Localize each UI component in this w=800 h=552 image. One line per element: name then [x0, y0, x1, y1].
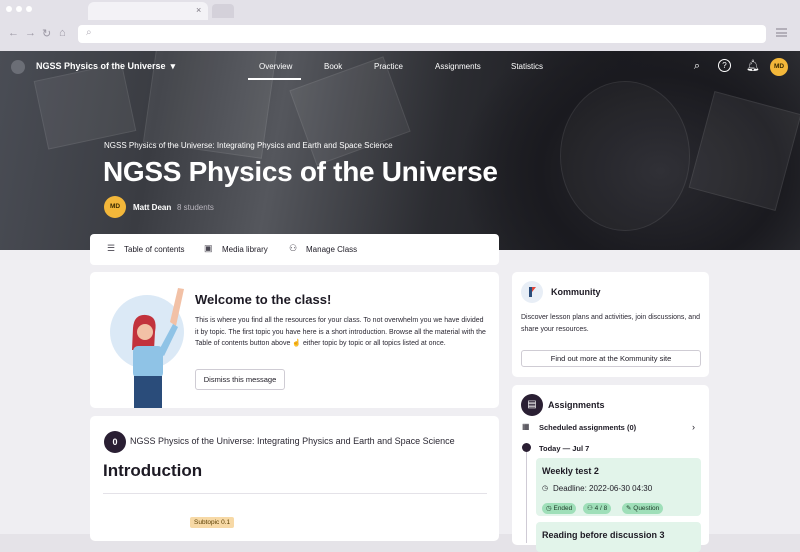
media-icon: ▣: [204, 243, 213, 253]
window-close-dot[interactable]: [6, 6, 12, 12]
kommunity-body: Discover lesson plans and activities, jo…: [521, 314, 700, 333]
assignment-deadline: Deadline: 2022-06-30 04:30: [553, 484, 653, 493]
kommunity-title: Kommunity: [551, 287, 601, 297]
search-icon[interactable]: ⌕: [690, 59, 704, 73]
teacher-avatar: MD: [104, 196, 126, 218]
waving-person-illustration: [132, 288, 184, 408]
kommunity-card: Kommunity Discover lesson plans and acti…: [512, 272, 709, 377]
nav-assignments[interactable]: Assignments: [435, 62, 481, 71]
list-icon: ☰: [107, 243, 116, 253]
user-avatar[interactable]: MD: [770, 58, 788, 76]
reload-icon[interactable]: ↻: [42, 27, 51, 40]
clock-icon: [522, 443, 531, 452]
student-count: 8 students: [177, 203, 214, 212]
hero-background-shape: [688, 91, 800, 211]
bell-icon[interactable]: 🔔︎: [746, 59, 760, 73]
class-toolbar: ☰ Table of contents ▣ Media library ⚇ Ma…: [90, 234, 499, 265]
new-tab-button[interactable]: [212, 4, 234, 18]
help-icon[interactable]: ?: [718, 59, 731, 72]
type-label: Question: [633, 505, 660, 512]
status-badge: ◷ Ended: [542, 503, 577, 514]
topic-card: 0 NGSS Physics of the Universe: Integrat…: [90, 416, 499, 541]
active-tab-indicator: [248, 78, 301, 80]
chevron-right-icon[interactable]: ›: [692, 422, 695, 432]
welcome-title: Welcome to the class!: [195, 292, 332, 307]
browser-tab[interactable]: [88, 2, 208, 20]
status-label: Ended: [553, 505, 573, 512]
assignment-title: Weekly test 2: [542, 466, 599, 476]
nav-practice[interactable]: Practice: [374, 62, 403, 71]
hero-subtitle: NGSS Physics of the Universe: Integratin…: [104, 141, 393, 150]
teacher-name: Matt Dean: [133, 203, 172, 212]
window-minimize-dot[interactable]: [16, 6, 22, 12]
course-switcher[interactable]: NGSS Physics of the Universe ▾: [36, 61, 175, 72]
media-library-button[interactable]: Media library: [222, 245, 268, 254]
scheduled-assignments[interactable]: Scheduled assignments (0): [539, 423, 636, 432]
kommunity-logo: [521, 281, 543, 303]
table-of-contents-button[interactable]: Table of contents: [124, 245, 184, 254]
search-icon: ⌕: [86, 27, 92, 38]
course-logo: [11, 60, 25, 74]
assignment-item[interactable]: Reading before discussion 3: [536, 522, 701, 552]
dismiss-button[interactable]: Dismiss this message: [195, 369, 285, 390]
tab-close-icon[interactable]: ×: [196, 5, 201, 15]
home-icon[interactable]: ⌂: [59, 27, 66, 39]
clipboard-icon: ▤: [521, 394, 543, 416]
divider: [103, 493, 487, 494]
today-label: Today — Jul 7: [539, 444, 590, 453]
calendar-icon: ▦: [522, 422, 530, 431]
assignment-title: Reading before discussion 3: [542, 530, 665, 540]
submission-count: 4 / 8: [594, 505, 608, 512]
type-badge: ✎ Question: [622, 503, 664, 514]
nav-book[interactable]: Book: [324, 62, 342, 71]
submission-count-badge: ⚇ 4 / 8: [583, 503, 612, 514]
assignments-title: Assignments: [548, 400, 605, 410]
hero-background-shape: [560, 81, 690, 231]
timeline-line: [526, 443, 527, 543]
window-maximize-dot[interactable]: [26, 6, 32, 12]
clock-icon: ◷: [542, 485, 549, 492]
chevron-down-icon: ▾: [168, 61, 176, 71]
browser-menu-icon[interactable]: [776, 28, 787, 37]
topic-number-badge: 0: [104, 431, 126, 453]
page-title: NGSS Physics of the Universe: [103, 156, 498, 187]
topic-title[interactable]: Introduction: [103, 461, 202, 481]
course-name: NGSS Physics of the Universe: [36, 61, 166, 71]
welcome-body: This is where you find all the resources…: [195, 317, 486, 347]
kommunity-link-button[interactable]: Find out more at the Kommunity site: [521, 350, 701, 367]
top-navigation: NGSS Physics of the Universe ▾ Overview …: [0, 51, 800, 81]
forward-icon[interactable]: →: [25, 27, 36, 39]
subtopic-badge: Subtopic 0.1: [190, 517, 235, 528]
welcome-card: Welcome to the class! This is where you …: [90, 272, 499, 408]
browser-chrome: × ← → ↻ ⌂ ⌕: [0, 0, 800, 51]
manage-class-button[interactable]: Manage Class: [306, 245, 357, 254]
nav-overview[interactable]: Overview: [259, 62, 292, 71]
assignment-item[interactable]: Weekly test 2 ◷ Deadline: 2022-06-30 04:…: [536, 458, 701, 516]
address-bar[interactable]: ⌕: [78, 25, 766, 43]
nav-statistics[interactable]: Statistics: [511, 62, 543, 71]
people-icon: ⚇: [289, 243, 298, 253]
back-icon[interactable]: ←: [8, 27, 19, 39]
topic-subtitle: NGSS Physics of the Universe: Integratin…: [130, 436, 455, 446]
assignments-card: ▤ Assignments ▦ Scheduled assignments (0…: [512, 385, 709, 552]
